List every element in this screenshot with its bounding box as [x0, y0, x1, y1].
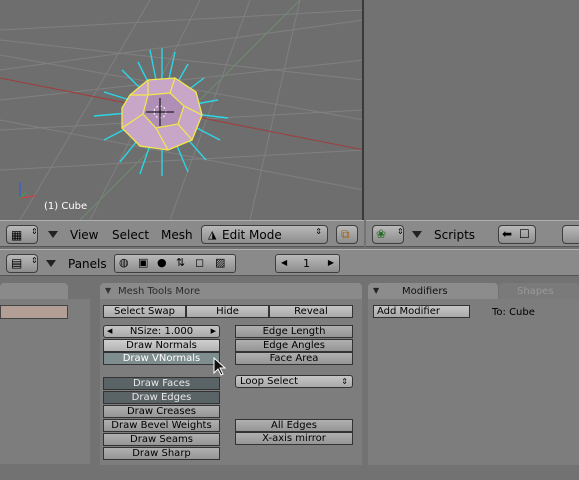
draw-edges-toggle[interactable]: Draw Edges [103, 391, 220, 404]
to-object-label: To: Cube [492, 307, 535, 318]
collapse-triangle-icon[interactable] [46, 260, 56, 267]
mode-label: Edit Mode [222, 228, 282, 242]
updown-icon: ⇕ [31, 256, 38, 265]
nsize-value: NSize: 1.000 [129, 326, 194, 337]
mode-select[interactable]: ◮ Edit Mode ⇕ [201, 225, 328, 244]
scripts-header: ❀ ⇕ Scripts ⬅ ☐ [366, 220, 579, 247]
tab-shapes[interactable]: Shapes [499, 283, 579, 299]
nsize-field[interactable]: ◀ NSize: 1.000 ▶ [103, 325, 220, 338]
menu-mesh[interactable]: Mesh [161, 228, 193, 242]
all-edges-toggle[interactable]: All Edges [235, 419, 353, 432]
arrow-left-icon[interactable]: ◀ [107, 326, 112, 337]
updown-icon: ⇕ [397, 227, 404, 236]
logic-icon[interactable]: ◍ [119, 256, 129, 269]
buttons-header: ▤ ⇕ Panels ◍ ▣ ● ⇅ ◻ ▨ ◀ 1 ▶ [0, 249, 579, 276]
right-editor-area[interactable] [366, 0, 579, 220]
draw-normals-toggle[interactable]: Draw Normals [103, 339, 220, 352]
modifiers-panel: Add Modifier To: Cube [368, 299, 579, 465]
view3d-header: ▦ ⇕ View Select Mesh ◮ Edit Mode ⇕ ⧉ [0, 220, 364, 247]
editor-type-button[interactable]: ▦ ⇕ [6, 225, 38, 244]
mesh-tools-more-panel: Select Swap Hide Reveal ◀ NSize: 1.000 ▶… [100, 299, 362, 465]
draw-creases-toggle[interactable]: Draw Creases [103, 405, 220, 418]
left-panel-tab[interactable] [0, 283, 68, 299]
editor-type-button[interactable]: ▤ ⇕ [6, 254, 38, 273]
window-icon[interactable]: ☐ [519, 227, 530, 241]
tab-modifiers-label: Modifiers [402, 286, 448, 297]
object-label: (1) Cube [44, 201, 88, 212]
editing-icon[interactable]: ◻ [195, 256, 204, 269]
add-modifier-button[interactable]: Add Modifier [373, 305, 470, 318]
scene-icon[interactable]: ▨ [215, 256, 225, 269]
draw-sharp-toggle[interactable]: Draw Sharp [103, 447, 220, 460]
left-panel-field[interactable] [0, 305, 68, 319]
updown-icon: ⇕ [31, 227, 38, 236]
menu-view[interactable]: View [70, 228, 98, 242]
draw-seams-toggle[interactable]: Draw Seams [103, 433, 220, 446]
collapse-triangle-icon[interactable]: ▼ [373, 286, 379, 295]
loop-select-value: Loop Select [240, 376, 299, 387]
mesh-tools-more-tab[interactable]: ▼ Mesh Tools More [100, 283, 362, 299]
collapse-triangle-icon[interactable]: ▼ [105, 286, 111, 295]
left-panel-body [0, 299, 90, 464]
updown-icon: ⇕ [315, 227, 322, 236]
buttons-window-icon: ▤ [11, 256, 23, 270]
edge-angles-toggle[interactable]: Edge Angles [235, 339, 353, 352]
collapse-triangle-icon[interactable] [412, 231, 422, 238]
updown-icon: ⇕ [341, 377, 348, 386]
mouse-cursor-icon [213, 357, 227, 376]
layer-button[interactable]: ⧉ [336, 225, 358, 244]
editor-type-button[interactable]: ❀ ⇕ [372, 225, 404, 244]
arrow-right-icon[interactable]: ▶ [328, 258, 334, 267]
3d-viewport[interactable]: (1) Cube [0, 0, 364, 220]
arrow-left-icon[interactable]: ◀ [281, 258, 287, 267]
extra-button[interactable] [562, 225, 579, 244]
panel-title: Mesh Tools More [118, 286, 201, 297]
menu-scripts[interactable]: Scripts [434, 228, 475, 242]
loop-select-dropdown[interactable]: Loop Select ⇕ [235, 375, 353, 388]
frame-value: 1 [303, 257, 310, 270]
select-swap-button[interactable]: Select Swap [103, 305, 186, 318]
snake-icon: ❀ [376, 227, 387, 241]
frame-field[interactable]: ◀ 1 ▶ [275, 254, 340, 273]
panel-context-tabs[interactable]: ◍ ▣ ● ⇅ ◻ ▨ [114, 254, 236, 273]
draw-bevel-weights-toggle[interactable]: Draw Bevel Weights [103, 419, 220, 432]
object-icon: ⧉ [341, 227, 350, 241]
draw-vnormals-toggle[interactable]: Draw VNormals [103, 352, 220, 365]
arrow-right-icon[interactable]: ▶ [211, 326, 216, 337]
grid-icon: ▦ [11, 228, 23, 242]
script-icon[interactable]: ▣ [138, 256, 148, 269]
face-area-toggle[interactable]: Face Area [235, 352, 353, 365]
edit-mode-icon: ◮ [208, 228, 217, 241]
panels-label: Panels [68, 257, 107, 271]
draw-faces-toggle[interactable]: Draw Faces [103, 377, 220, 390]
tab-modifiers[interactable]: ▼ Modifiers [368, 283, 498, 299]
hide-button[interactable]: Hide [186, 305, 269, 318]
menu-select[interactable]: Select [112, 228, 149, 242]
object-icon[interactable]: ⇅ [176, 256, 185, 269]
shading-icon[interactable]: ● [157, 256, 167, 269]
reveal-button[interactable]: Reveal [269, 305, 353, 318]
arrow-left-icon[interactable]: ⬅ [502, 227, 512, 241]
viewport-scene [0, 0, 362, 220]
nav-buttons[interactable]: ⬅ ☐ [498, 225, 536, 244]
x-axis-mirror-toggle[interactable]: X-axis mirror [235, 432, 353, 445]
collapse-triangle-icon[interactable] [48, 231, 58, 238]
tab-shapes-label: Shapes [517, 286, 554, 297]
edge-length-toggle[interactable]: Edge Length [235, 325, 353, 338]
